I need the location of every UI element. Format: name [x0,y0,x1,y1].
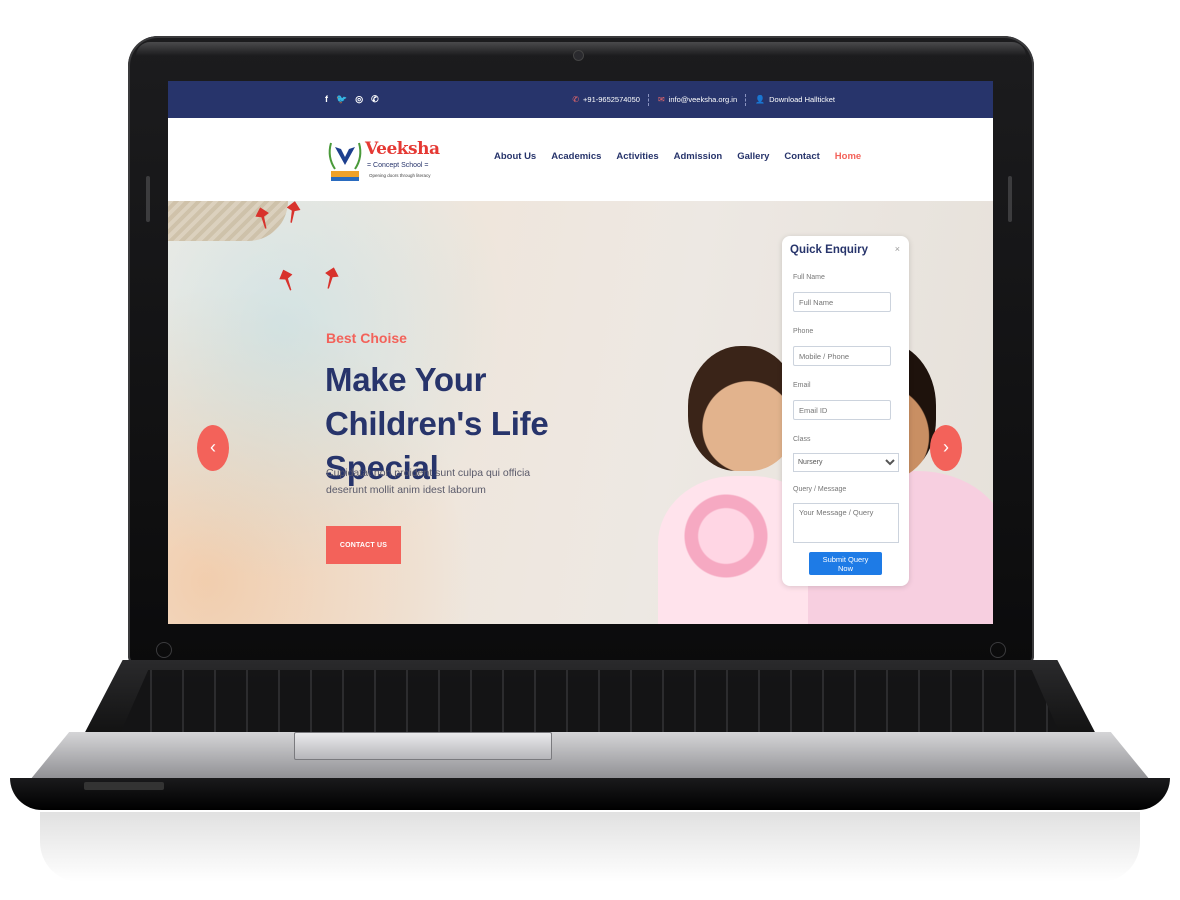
close-icon[interactable]: × [895,244,900,254]
email-text: info@veeksha.org.in [668,95,738,104]
divider [745,94,747,106]
facebook-icon[interactable]: f [325,94,328,104]
contact-strip: ✆ +91-9652574050 ✉ info@veeksha.org.in 👤… [572,94,835,106]
phone-icon: ✆ [572,95,580,104]
laptop-screen: f 🐦 ◎ ✆ ✆ +91-9652574050 ✉ info@veeksha.… [168,81,993,624]
brand-sub-text: Concept School [373,162,423,169]
side-port [84,782,164,790]
email-link[interactable]: ✉ info@veeksha.org.in [658,95,737,105]
logo-emblem-icon [328,142,362,181]
whatsapp-icon[interactable]: ✆ [371,94,379,104]
main-nav: About Us Academics Activities Admission … [494,151,861,162]
nav-admission[interactable]: Admission [674,151,723,162]
divider [647,94,650,106]
quick-enquiry-form: Quick Enquiry × Full Name Phone Email Cl… [782,236,909,586]
bezel-clip-left [146,176,150,222]
slider-next-button[interactable]: › [930,425,962,471]
hallticket-link[interactable]: 👤 Download Hallticket [755,95,835,105]
instagram-icon[interactable]: ◎ [355,94,363,104]
laptop-bottom-edge [10,778,1170,810]
hero-slider: Best Choise Make Your Children's Life Sp… [168,201,993,624]
message-label: Query / Message [793,486,847,493]
slider-prev-button[interactable]: ‹ [197,425,229,471]
webcam-icon [573,50,584,61]
hero-body-text: Cupidatat non proident sunt culpa qui of… [326,467,531,496]
twitter-icon[interactable]: 🐦 [336,94,347,104]
bezel-clip-right [1008,176,1012,222]
hero-eyebrow: Best Choise [326,330,407,346]
laptop-base [10,660,1170,810]
keyboard [120,670,1060,734]
email-label: Email [793,382,811,389]
brand-tagline: Opening doors through literacy [369,173,431,178]
brand-name: Veeksha [365,139,440,159]
bezel-screw-left [156,642,172,658]
top-bar: f 🐦 ◎ ✆ ✆ +91-9652574050 ✉ info@veeksha.… [168,81,993,118]
email-input[interactable] [793,400,891,420]
site-header: Veeksha = Concept School = Opening doors… [168,118,993,201]
nav-academics[interactable]: Academics [551,151,601,162]
full-name-input[interactable] [793,292,891,312]
phone-input[interactable] [793,346,891,366]
phone-label: Phone [793,328,814,335]
palm-rest [30,732,1150,780]
full-name-label: Full Name [793,274,825,281]
submit-query-button[interactable]: Submit Query Now [809,552,882,575]
hallticket-text: Download Hallticket [769,95,835,104]
chevron-right-icon: › [943,437,949,457]
nav-activities[interactable]: Activities [616,151,658,162]
message-textarea[interactable] [793,503,899,543]
phone-link[interactable]: ✆ +91-9652574050 [572,95,640,105]
brand-subtitle: = Concept School = [367,162,429,169]
nav-about-us[interactable]: About Us [494,151,536,162]
laptop-reflection [40,812,1140,882]
phone-text: +91-9652574050 [583,95,640,104]
social-links: f 🐦 ◎ ✆ [325,94,379,104]
nav-home[interactable]: Home [835,151,861,162]
envelope-icon: ✉ [657,95,665,104]
user-icon: 👤 [755,95,766,104]
bezel-screw-right [990,642,1006,658]
chevron-left-icon: ‹ [210,437,216,457]
enquiry-title: Quick Enquiry [790,244,868,256]
site-logo[interactable]: Veeksha = Concept School = Opening doors… [325,135,440,187]
nav-contact[interactable]: Contact [784,151,819,162]
class-select[interactable]: Nursery [793,453,899,472]
contact-us-button[interactable]: CONTACT US [326,526,401,564]
class-label: Class [793,436,811,443]
nav-gallery[interactable]: Gallery [737,151,769,162]
trackpad [294,732,552,760]
